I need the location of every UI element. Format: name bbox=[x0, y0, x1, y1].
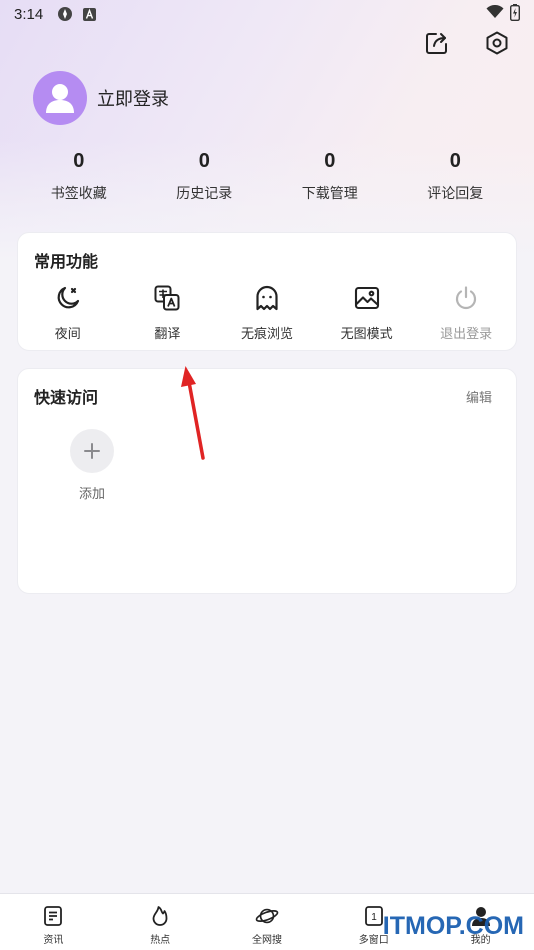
function-list: 夜间 翻译 无痕浏览 无图模式 退出登录 bbox=[18, 283, 516, 342]
stat-value: 0 bbox=[324, 150, 336, 172]
add-shortcut-button[interactable]: 添加 bbox=[70, 429, 114, 502]
stat-bookmarks[interactable]: 0 书签收藏 bbox=[16, 150, 142, 203]
tab-label: 热点 bbox=[150, 935, 171, 946]
stat-downloads[interactable]: 0 下载管理 bbox=[267, 150, 393, 203]
stat-label: 下载管理 bbox=[301, 186, 358, 202]
status-bar: 3:14 bbox=[0, 0, 534, 28]
login-link[interactable]: 立即登录 bbox=[97, 85, 169, 111]
stat-value: 0 bbox=[449, 150, 461, 172]
stat-label: 历史记录 bbox=[176, 186, 233, 202]
moon-icon bbox=[53, 283, 83, 313]
flame-icon bbox=[148, 904, 172, 928]
edit-button[interactable]: 编辑 bbox=[466, 387, 492, 406]
settings-button[interactable] bbox=[482, 30, 512, 60]
news-icon bbox=[41, 904, 65, 928]
header-actions bbox=[422, 30, 512, 60]
add-label: 添加 bbox=[78, 487, 105, 502]
profile-login[interactable]: 立即登录 bbox=[33, 71, 169, 125]
func-translate[interactable]: 翻译 bbox=[118, 283, 218, 342]
stat-label: 评论回复 bbox=[427, 186, 484, 202]
stat-comments[interactable]: 0 评论回复 bbox=[393, 150, 519, 203]
stat-value: 0 bbox=[198, 150, 210, 172]
func-logout[interactable]: 退出登录 bbox=[416, 283, 516, 342]
stats-row: 0 书签收藏 0 历史记录 0 下载管理 0 评论回复 bbox=[16, 150, 518, 203]
func-label: 无痕浏览 bbox=[240, 327, 293, 342]
quick-access-card: 快速访问 编辑 添加 bbox=[17, 368, 517, 594]
ghost-icon bbox=[252, 283, 282, 313]
plus-icon bbox=[70, 429, 114, 473]
card-title: 常用功能 bbox=[34, 252, 99, 271]
common-functions-card: 常用功能 夜间 翻译 无痕浏览 无图模式 退出登录 bbox=[17, 232, 517, 351]
annotation-arrow-icon bbox=[181, 366, 205, 460]
settings-gear-icon bbox=[57, 6, 73, 22]
status-time: 3:14 bbox=[14, 5, 44, 23]
card-title: 快速访问 bbox=[34, 388, 99, 407]
tab-search[interactable]: 全网搜 bbox=[214, 894, 321, 950]
func-label: 夜间 bbox=[54, 327, 81, 342]
translate-icon bbox=[152, 283, 182, 313]
wifi-icon bbox=[486, 4, 504, 23]
stat-history[interactable]: 0 历史记录 bbox=[142, 150, 268, 203]
share-icon bbox=[424, 30, 450, 60]
font-a-icon bbox=[83, 7, 97, 21]
watermark: ITMOP.COM bbox=[382, 912, 524, 940]
tab-label: 资讯 bbox=[43, 935, 64, 946]
user-silhouette-icon bbox=[46, 84, 74, 113]
stat-value: 0 bbox=[73, 150, 85, 172]
battery-icon bbox=[509, 3, 521, 25]
image-icon bbox=[352, 283, 382, 313]
settings-icon bbox=[484, 30, 510, 60]
planet-icon bbox=[255, 904, 279, 928]
func-no-image[interactable]: 无图模式 bbox=[317, 283, 417, 342]
avatar[interactable] bbox=[33, 71, 87, 125]
tab-label: 全网搜 bbox=[251, 935, 282, 946]
stat-label: 书签收藏 bbox=[50, 186, 107, 202]
window-count-badge: 1 bbox=[371, 912, 377, 923]
tab-hot[interactable]: 热点 bbox=[107, 894, 214, 950]
tab-news[interactable]: 资讯 bbox=[0, 894, 107, 950]
func-label: 无图模式 bbox=[340, 327, 393, 342]
func-label: 退出登录 bbox=[440, 327, 493, 342]
power-icon bbox=[451, 283, 481, 313]
share-button[interactable] bbox=[422, 30, 452, 60]
func-label: 翻译 bbox=[154, 327, 181, 342]
func-night-mode[interactable]: 夜间 bbox=[18, 283, 118, 342]
func-incognito[interactable]: 无痕浏览 bbox=[217, 283, 317, 342]
